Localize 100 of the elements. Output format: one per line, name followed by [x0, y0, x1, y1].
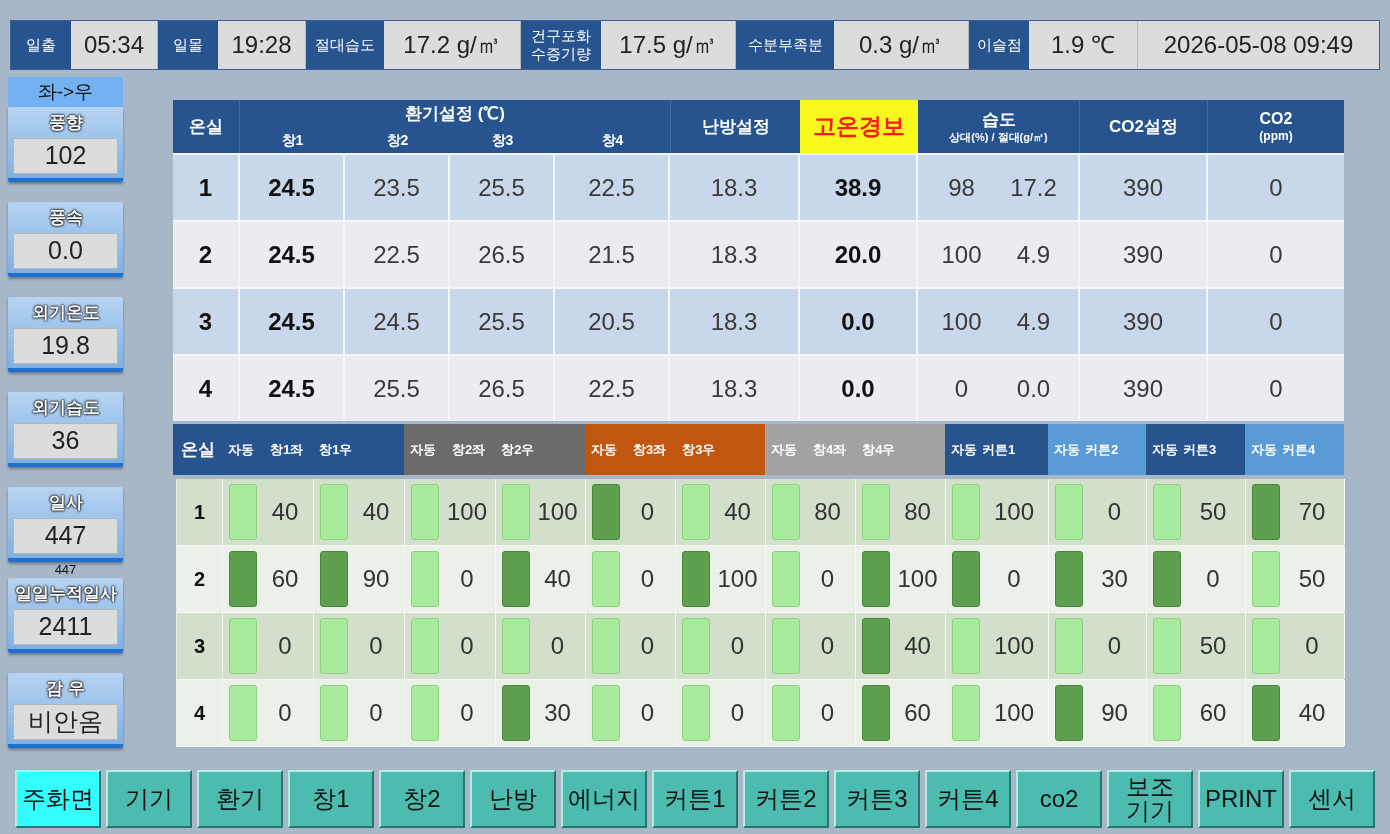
nav-button[interactable]: 기기: [106, 770, 192, 828]
alarm-header: 고온경보: [800, 100, 918, 153]
table-cell: 1: [173, 153, 240, 220]
cell-value: 0: [819, 631, 836, 661]
cell-value: 0: [1205, 564, 1221, 594]
cell-value: 0: [277, 698, 293, 728]
cell-value: 40: [903, 631, 932, 661]
cell-value: 100: [445, 497, 488, 527]
row-number: 1: [193, 500, 206, 525]
table-cell: 26.5: [450, 354, 555, 421]
cell-value: 0: [1006, 564, 1022, 594]
cell-value: 30: [1100, 564, 1129, 594]
row-number: 4: [193, 701, 206, 726]
table-cell: 4.9: [999, 287, 1080, 354]
field-label: 수분부족분: [736, 21, 834, 69]
cell-value: 90: [361, 564, 391, 594]
cell-value: 100: [992, 631, 1035, 661]
cell-value: 100: [992, 698, 1035, 728]
table-cell: 20.5: [555, 287, 670, 354]
mode-label: 자동: [951, 440, 977, 459]
nav-button[interactable]: co2: [1016, 770, 1102, 828]
cell-value: 60: [270, 564, 300, 594]
column-header: 창3: [490, 130, 515, 150]
nav-button[interactable]: 창2: [379, 770, 465, 828]
field-label: 절대습도: [306, 21, 384, 69]
table-cell: 21.5: [555, 220, 670, 287]
table-cell: 0: [918, 354, 999, 421]
nav-button[interactable]: 환기: [197, 770, 283, 828]
cell-value: 80: [903, 497, 932, 527]
mode-label: 자동: [591, 440, 617, 459]
column-label: 커튼1: [982, 440, 1016, 459]
cell-value: 0: [819, 698, 836, 728]
panel-label: 풍향: [48, 111, 83, 134]
cell-value: 30: [543, 698, 572, 728]
table-cell: 3: [173, 287, 240, 354]
field-label: 일출: [11, 21, 71, 69]
table-cell: 390: [1080, 153, 1208, 220]
table-cell: 25.5: [345, 354, 450, 421]
column-label: 창3좌: [633, 440, 667, 459]
nav-button[interactable]: 보조 기기: [1107, 770, 1193, 828]
column-subheader: 상대(%) / 절대(g/㎥): [949, 129, 1048, 145]
panel-label: 외기습도: [31, 396, 100, 419]
column-label: 창2우: [501, 440, 535, 459]
table-cell: 20.0: [800, 220, 918, 287]
cell-value: 0: [459, 698, 475, 728]
cell-value: 40: [723, 497, 752, 527]
cell-value: 0: [1304, 631, 1320, 661]
cell-value: 0: [639, 698, 656, 728]
table-cell: 0: [1208, 153, 1344, 220]
table-cell: 4: [173, 354, 240, 421]
cell-value: 0: [639, 497, 656, 527]
table-cell: 22.5: [555, 354, 670, 421]
table-cell: 38.9: [800, 153, 918, 220]
nav-button[interactable]: 커튼3: [834, 770, 920, 828]
mode-label: 자동: [1152, 440, 1178, 459]
nav-button[interactable]: 에너지: [561, 770, 647, 828]
nav-button[interactable]: 주화면: [15, 770, 101, 828]
cell-value: 40: [1297, 698, 1327, 728]
table-cell: 24.5: [240, 220, 345, 287]
field-label: 건구포화 수증기량: [521, 21, 601, 69]
panel-label: 일사: [48, 491, 83, 514]
nav-button[interactable]: 커튼1: [652, 770, 738, 828]
cell-value: 90: [1100, 698, 1129, 728]
cell-value: 50: [1297, 564, 1327, 594]
cell-value: 0: [368, 698, 384, 728]
nav-button[interactable]: 커튼4: [925, 770, 1011, 828]
value-display: 447: [13, 518, 118, 554]
table-cell: 18.3: [670, 153, 800, 220]
panel-label: 감 우: [46, 677, 85, 700]
table-cell: 25.5: [450, 287, 555, 354]
table-cell: 25.5: [450, 153, 555, 220]
table-cell: 0.0: [800, 354, 918, 421]
value-display: 36: [13, 423, 118, 459]
value-display: 2411: [13, 609, 118, 645]
table-cell: 24.5: [240, 153, 345, 220]
nav-button[interactable]: 커튼2: [743, 770, 829, 828]
field-label: 일몰: [158, 21, 218, 69]
column-label: 커튼4: [1282, 440, 1316, 459]
nav-button[interactable]: 창1: [288, 770, 374, 828]
column-label: 창1우: [319, 440, 353, 459]
column-label: 창1좌: [270, 440, 304, 459]
nav-button[interactable]: PRINT: [1198, 770, 1284, 828]
column-header: 습도: [981, 108, 1016, 130]
table-cell: 24.5: [345, 287, 450, 354]
table-cell: 100: [918, 220, 999, 287]
table-cell: 0: [1208, 287, 1344, 354]
sub-value-text: 447: [53, 562, 78, 578]
mode-label: 자동: [1251, 440, 1277, 459]
column-label: 커튼2: [1085, 440, 1119, 459]
table-cell: 98: [918, 153, 999, 220]
value-display: 102: [13, 138, 118, 174]
table-cell: 390: [1080, 287, 1208, 354]
cell-value: 70: [1297, 497, 1327, 527]
table-cell: 18.3: [670, 354, 800, 421]
cell-value: 100: [896, 564, 939, 594]
column-header: 창4: [600, 130, 625, 150]
nav-button[interactable]: 센서: [1289, 770, 1375, 828]
cell-value: 0: [368, 631, 384, 661]
nav-button[interactable]: 난방: [470, 770, 556, 828]
table-cell: 22.5: [345, 220, 450, 287]
